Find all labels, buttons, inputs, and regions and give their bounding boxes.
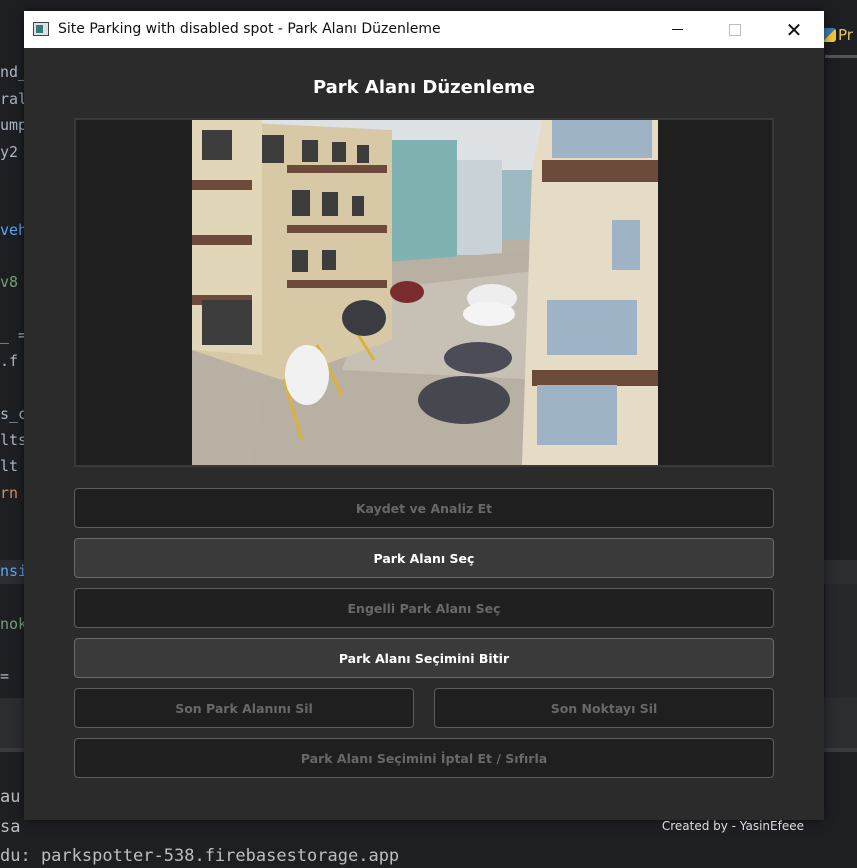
code-fragment: y2 [0,143,19,161]
python-icon [822,28,836,42]
ide-side-panel [825,584,857,698]
ide-scroll-strip [825,55,857,58]
save-analyze-button[interactable]: Kaydet ve Analiz Et [74,488,774,528]
console-line: au [0,787,21,807]
finish-selection-button[interactable]: Park Alanı Seçimini Bitir [74,638,774,678]
app-window: Site Parking with disabled spot - Park A… [24,11,824,833]
parking-lot-image[interactable] [192,120,658,465]
close-button[interactable]: ✕ [765,11,823,48]
console-line: sa [0,817,21,837]
console-line: du: parkspotter-538.firebasestorage.app [0,846,400,866]
window-title: Site Parking with disabled spot - Park A… [58,21,441,37]
app-icon [33,22,49,36]
maximize-button[interactable] [706,11,764,48]
title-bar[interactable]: Site Parking with disabled spot - Park A… [24,11,824,48]
image-frame [74,118,774,467]
ide-python-tab[interactable]: Pr [822,20,857,50]
delete-last-spot-button[interactable]: Son Park Alanını Sil [74,688,414,728]
page-title: Park Alanı Düzenleme [312,77,536,98]
code-fragment: = [0,667,19,685]
select-disabled-spot-button[interactable]: Engelli Park Alanı Seç [74,588,774,628]
code-fragment: .f [0,352,19,370]
select-spot-button[interactable]: Park Alanı Seç [74,538,774,578]
close-icon: ✕ [785,17,803,42]
ide-tab-label: Pr [838,26,853,44]
credits-text: Created by - YasinEfeee [661,819,804,833]
minimize-button[interactable] [648,11,706,48]
delete-last-point-button[interactable]: Son Noktayı Sil [434,688,774,728]
cancel-reset-button[interactable]: Park Alanı Seçimini İptal Et / Sıfırla [74,738,774,778]
